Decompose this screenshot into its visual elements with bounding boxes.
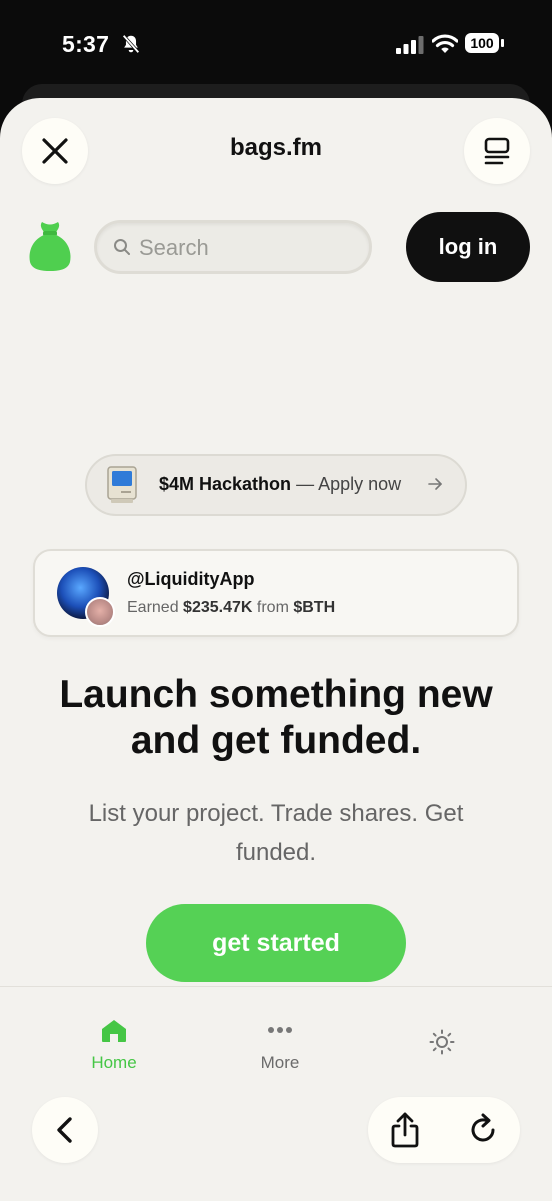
user-avatar [85,597,115,627]
signal-icon [396,36,424,54]
earned-amount: $235.47K [183,599,253,616]
chevron-left-icon [57,1117,72,1143]
wifi-icon [432,34,458,53]
menu-icon [484,137,510,165]
reload-icon[interactable] [464,1111,502,1149]
earnings-card[interactable]: @LiquidityApp Earned $235.47K from $BTH [33,549,519,637]
search-input[interactable]: Search [94,220,372,274]
search-icon [114,239,130,255]
hackathon-apply-link[interactable]: Apply now [318,474,401,494]
home-icon [102,1020,126,1042]
status-bar: 5:37 100 [0,0,552,92]
arrow-right-icon [428,478,442,490]
login-button[interactable]: log in [406,212,530,282]
bell-slash-icon [122,34,140,54]
earned-prefix: Earned [127,599,179,616]
headline-line-2: and get funded. [130,719,422,762]
hackathon-separator: — [296,474,315,494]
nav-more-label: More [260,1053,300,1072]
earnings-line: Earned $235.47K from $BTH [127,599,335,617]
battery-icon: 100 [465,33,505,55]
search-placeholder: Search [139,235,209,260]
earned-token: $BTH [293,599,336,616]
nav-more[interactable]: More [238,1015,322,1075]
sun-icon [429,1029,455,1055]
bottom-nav: Home More [0,986,552,1201]
macintosh-icon [107,466,137,503]
share-icon[interactable] [386,1111,424,1149]
back-button[interactable] [32,1097,98,1163]
get-started-button[interactable]: get started [146,904,406,982]
earnings-handle: @LiquidityApp [127,569,255,589]
browser-actions [368,1097,520,1163]
nav-home[interactable]: Home [72,1015,156,1075]
headline-line-1: Launch something new [59,673,493,716]
earned-middle: from [256,599,289,616]
theme-toggle[interactable] [418,1027,466,1067]
hero-subline: List your project. Trade shares. Get fun… [88,800,464,866]
hero-headline: Launch something new and get funded. [0,672,552,764]
nav-home-label: Home [91,1053,137,1072]
hackathon-banner[interactable]: $4M Hackathon — Apply now [85,454,467,516]
battery-level: 100 [465,33,499,53]
more-dots-icon [268,1027,292,1033]
reader-menu-button[interactable] [464,118,530,184]
bag-logo-icon[interactable] [28,220,72,272]
hackathon-title: $4M Hackathon [159,474,292,494]
status-time: 5:37 [62,31,110,57]
